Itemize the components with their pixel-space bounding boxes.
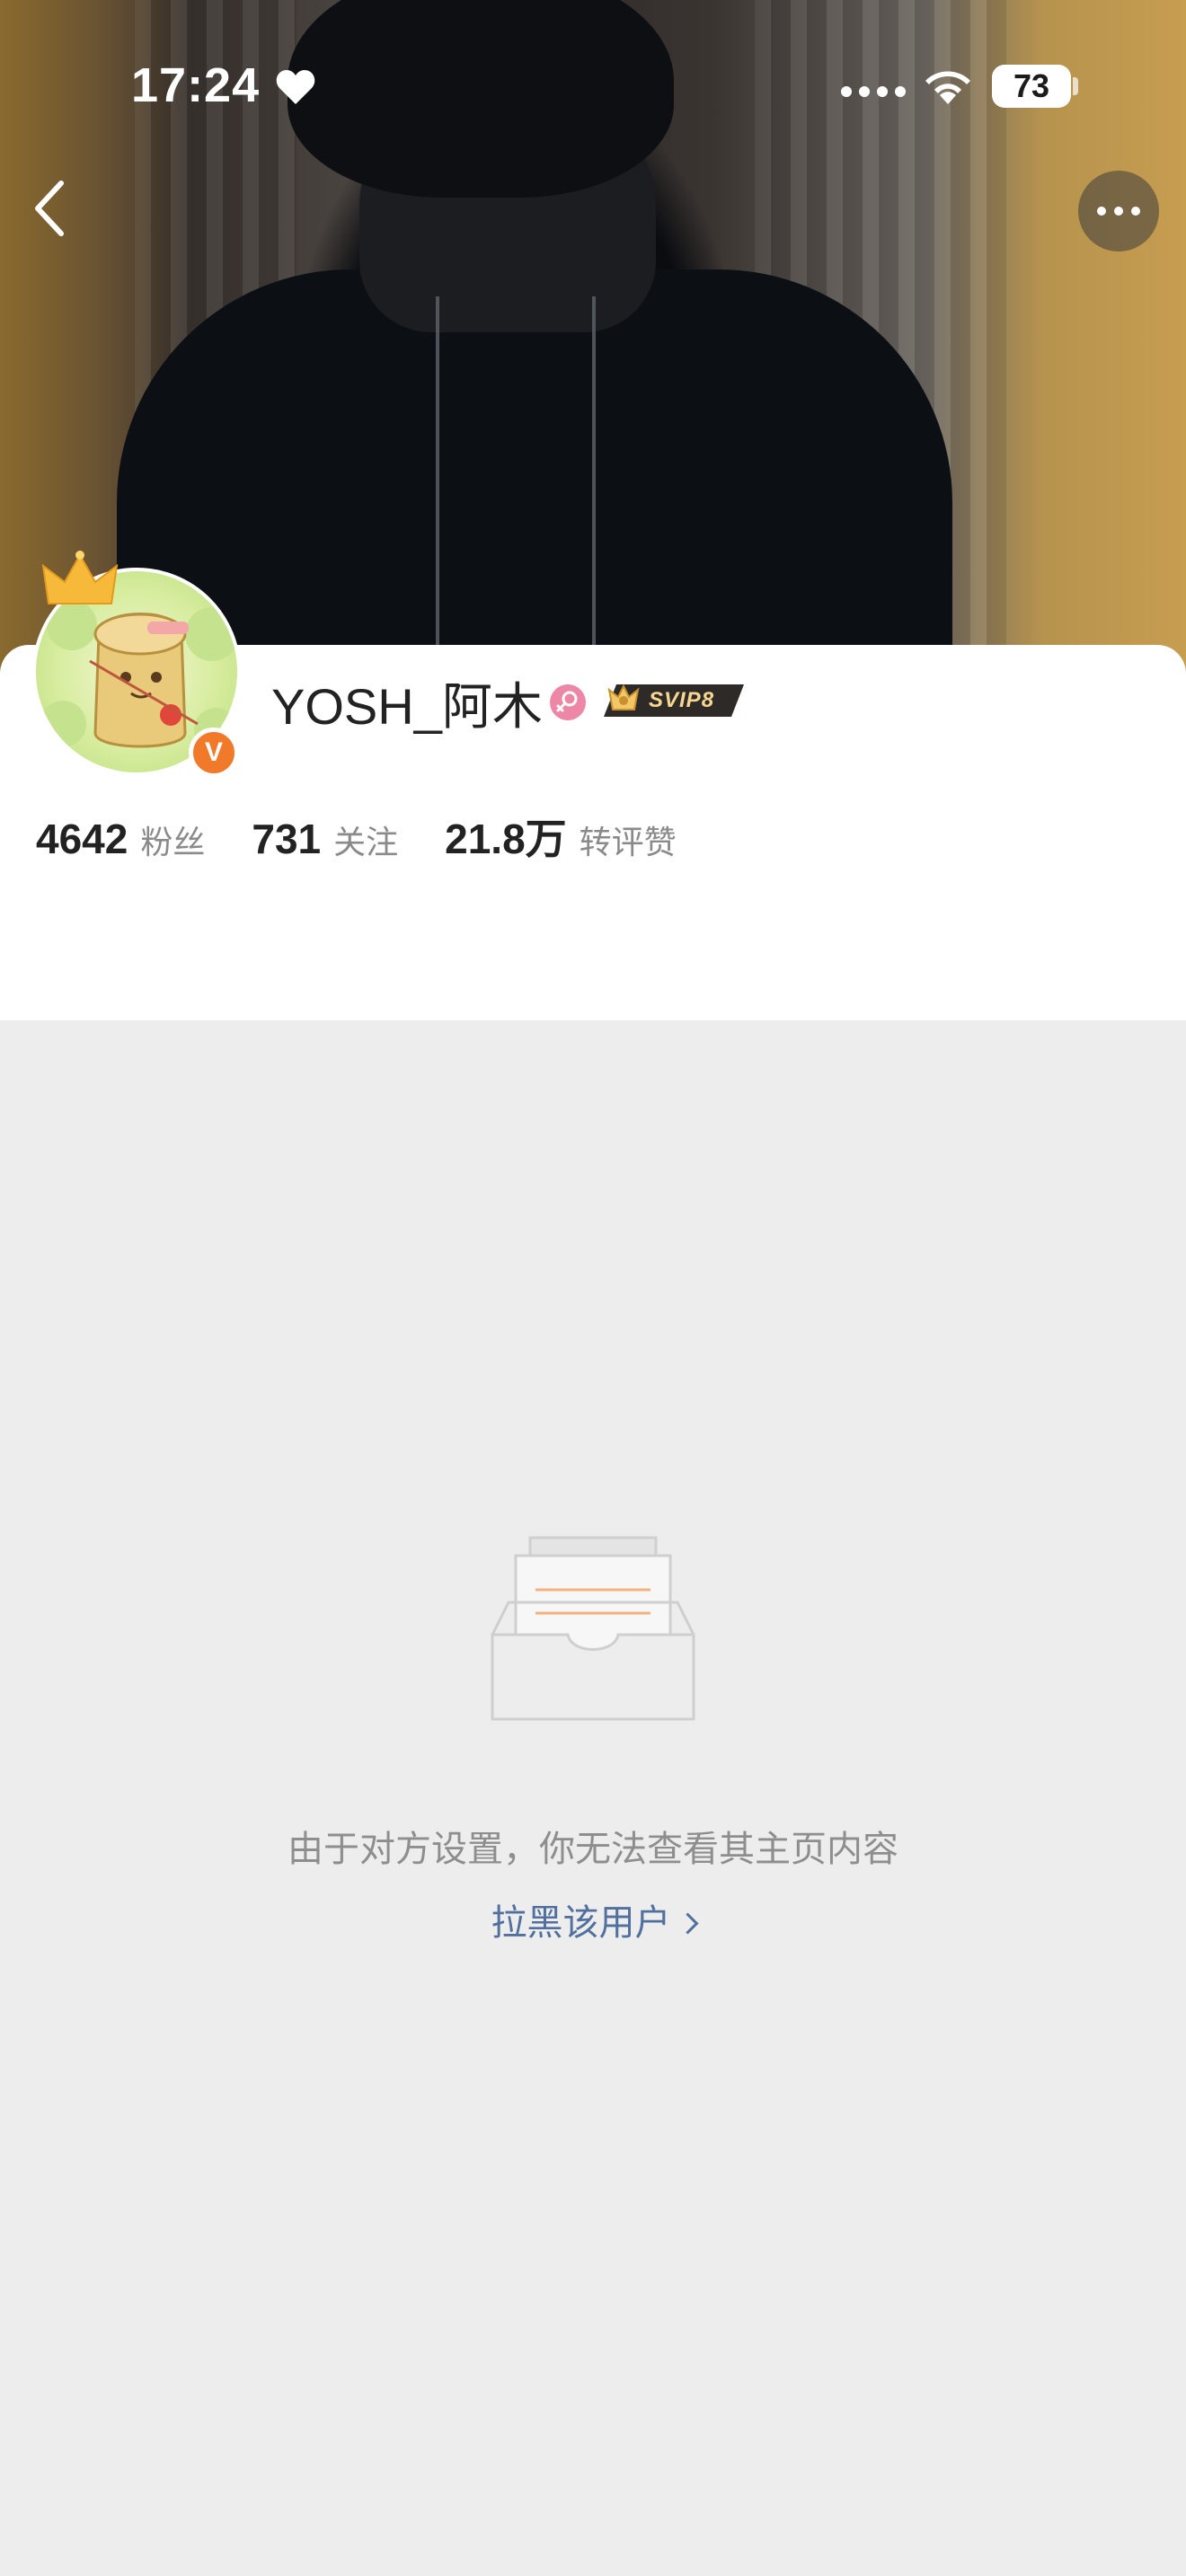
cover-figure-cable: [436, 296, 596, 683]
wifi-icon: [925, 71, 970, 104]
empty-inbox-icon: [491, 1536, 695, 1721]
block-user-label: 拉黑该用户: [491, 1903, 671, 1943]
heart-icon: [276, 70, 315, 104]
profile-page: 17:24 73 V YOSH_阿木 SVIP8 4642 粉丝 731 关注 …: [0, 0, 1186, 2576]
block-user-link[interactable]: 拉黑该用户: [0, 1893, 1186, 1945]
stat-label: 关注: [333, 824, 399, 860]
verified-badge: V: [189, 728, 239, 778]
stat-followers[interactable]: 4642 粉丝: [36, 815, 205, 863]
avatar-container[interactable]: V: [32, 551, 244, 780]
chevron-left-icon: [35, 181, 64, 236]
chevron-right-icon: [676, 1912, 699, 1935]
cellular-signal-icon: [841, 86, 906, 97]
stat-value: 4642: [36, 816, 128, 862]
username: YOSH_阿木: [271, 678, 543, 735]
stat-value: 731: [252, 816, 322, 862]
status-time: 17:24: [131, 58, 261, 112]
back-button[interactable]: [20, 176, 77, 241]
stat-value: 21.8万: [445, 816, 567, 862]
stat-interactions[interactable]: 21.8万 转评赞: [445, 807, 677, 866]
empty-state-message: 由于对方设置，你无法查看其主页内容: [288, 1830, 898, 1869]
more-dots-icon: [1097, 207, 1106, 216]
more-button[interactable]: [1078, 171, 1159, 251]
stat-following[interactable]: 731 关注: [252, 815, 398, 863]
svip-label: SVIP8: [649, 688, 715, 712]
status-bar: 17:24 73: [0, 0, 1186, 171]
stat-label: 转评赞: [579, 824, 677, 860]
battery-indicator: 73: [992, 65, 1071, 108]
battery-tip: [1073, 77, 1078, 95]
female-icon: [550, 684, 586, 720]
stat-label: 粉丝: [140, 824, 206, 860]
profile-stats: 4642 粉丝 731 关注 21.8万 转评赞: [36, 807, 723, 866]
crown-icon: [41, 551, 119, 604]
